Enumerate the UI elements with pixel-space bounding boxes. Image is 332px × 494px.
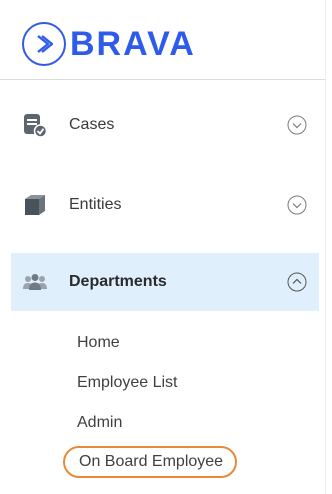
chevron-down-icon[interactable] (287, 115, 307, 135)
nav-item-label: Cases (69, 116, 115, 133)
nav-item-entities[interactable]: Entities (11, 176, 319, 234)
subnav-item-on-board-employee[interactable]: On Board Employee (63, 446, 238, 478)
chevron-up-icon[interactable] (287, 272, 307, 292)
departments-icon (22, 269, 48, 295)
nav-item-departments[interactable]: Departments (11, 253, 319, 311)
cases-icon (22, 112, 48, 138)
nav-item-label: Departments (69, 273, 167, 290)
brand-name: BRAVA (70, 25, 196, 63)
nav-item-cases[interactable]: Cases (11, 96, 319, 154)
sidebar-border (325, 0, 326, 494)
subnav-item-employee-list[interactable]: Employee List (77, 374, 178, 392)
subnav-item-home[interactable]: Home (77, 334, 120, 352)
brava-logo-icon (22, 22, 66, 66)
header-divider (0, 79, 325, 80)
brand-logo[interactable]: BRAVA (22, 20, 196, 68)
entities-icon (22, 192, 48, 218)
subnav-item-admin[interactable]: Admin (77, 414, 122, 432)
chevron-down-icon[interactable] (287, 195, 307, 215)
nav-item-label: Entities (69, 196, 122, 213)
